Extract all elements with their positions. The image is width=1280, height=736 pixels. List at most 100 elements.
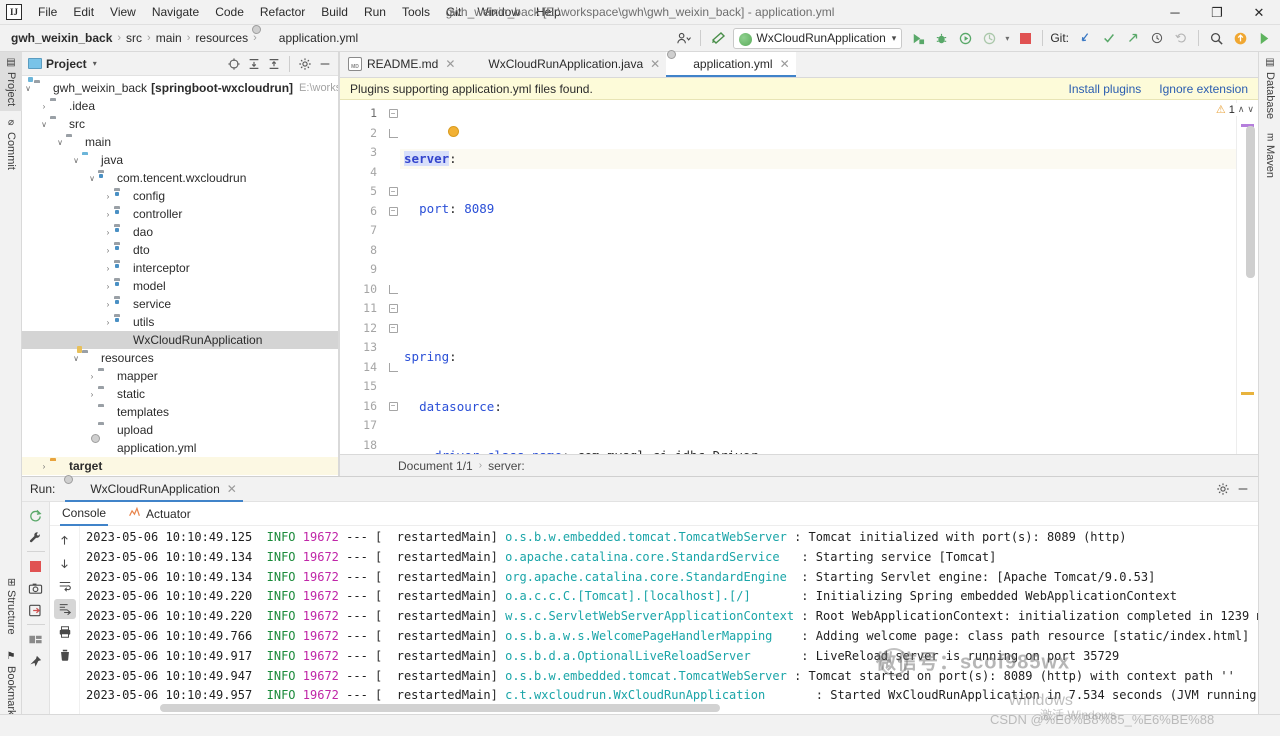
code-line-4[interactable] (400, 298, 1236, 318)
sidebar-item-commit[interactable]: ⌀ Commit (0, 112, 22, 175)
tree-row-idea[interactable]: › .idea (22, 97, 339, 115)
console-output[interactable]: 2023-05-06 10:10:49.125 INFO 19672 --- [… (80, 526, 1258, 714)
tree-row-utils[interactable]: › utils (22, 313, 339, 331)
tree-row-src[interactable]: ∨ src (22, 115, 339, 133)
breadcrumb-project[interactable]: gwh_weixin_back (8, 29, 115, 47)
tab-application-yml[interactable]: application.yml ✕ (666, 52, 796, 77)
menu-item-run[interactable]: Run (356, 2, 394, 22)
minimize-button[interactable]: ─ (1154, 0, 1196, 25)
tab-console[interactable]: Console (60, 502, 109, 526)
code-line-7[interactable]: driver-class-name: com.mysql.cj.jdbc.Dri… (400, 446, 1236, 454)
breadcrumb-main[interactable]: main (153, 29, 185, 47)
close-icon[interactable]: ✕ (227, 482, 237, 496)
install-plugins-link[interactable]: Install plugins (1069, 82, 1142, 96)
code-folding-gutter[interactable]: − − − − − − (386, 100, 400, 454)
git-push-icon[interactable] (1122, 27, 1144, 49)
menu-item-edit[interactable]: Edit (65, 2, 102, 22)
user-account-icon[interactable] (672, 27, 694, 49)
chevron-down-icon[interactable]: ∨ (38, 120, 50, 129)
gear-icon[interactable] (1213, 479, 1233, 499)
debug-button[interactable] (930, 27, 952, 49)
tree-row-service[interactable]: › service (22, 295, 339, 313)
chevron-down-icon[interactable]: ∨ (54, 138, 66, 147)
tree-row-application-yml[interactable]: application.yml (22, 439, 339, 457)
code-line-5[interactable]: spring: (400, 347, 1236, 367)
sidebar-item-structure[interactable]: ⊞ Structure (0, 573, 22, 640)
scroll-to-end-icon[interactable] (53, 599, 76, 619)
gear-icon[interactable] (295, 54, 315, 74)
git-history-icon[interactable] (1146, 27, 1168, 49)
fold-toggle[interactable]: − (386, 202, 400, 222)
camera-icon[interactable] (25, 578, 47, 598)
breadcrumb-resources[interactable]: resources (192, 29, 251, 47)
chevron-right-icon[interactable]: › (102, 192, 114, 201)
menu-item-tools[interactable]: Tools (394, 2, 438, 22)
tree-row-templates[interactable]: templates (22, 403, 339, 421)
tree-row-interceptor[interactable]: › interceptor (22, 259, 339, 277)
wrench-icon[interactable] (25, 527, 47, 547)
ide-notification-icon[interactable] (1253, 27, 1275, 49)
minimize-icon[interactable] (1233, 479, 1253, 499)
tree-row-target[interactable]: › target (22, 457, 339, 475)
menu-item-code[interactable]: Code (207, 2, 252, 22)
fold-toggle[interactable]: − (386, 319, 400, 339)
fold-toggle[interactable]: − (386, 182, 400, 202)
close-icon[interactable]: ✕ (445, 58, 455, 70)
rerun-icon[interactable] (25, 505, 47, 525)
tree-row-dto[interactable]: › dto (22, 241, 339, 259)
soft-wrap-icon[interactable] (54, 576, 76, 596)
breadcrumb-src[interactable]: src (123, 29, 145, 47)
stop-icon[interactable] (25, 556, 47, 576)
scroll-down-icon[interactable] (54, 553, 76, 573)
chevron-right-icon[interactable]: › (102, 282, 114, 291)
close-icon[interactable]: ✕ (780, 58, 790, 70)
tree-row-wxcloudrunapplication[interactable]: WxCloudRunApplication (22, 331, 339, 349)
fold-toggle[interactable]: − (386, 299, 400, 319)
chevron-right-icon[interactable]: › (102, 300, 114, 309)
tree-row-java[interactable]: ∨ java (22, 151, 339, 169)
run-button[interactable] (906, 27, 928, 49)
fold-toggle[interactable]: − (386, 397, 400, 417)
git-rollback-icon[interactable] (1170, 27, 1192, 49)
chevron-right-icon[interactable]: › (102, 228, 114, 237)
chevron-right-icon[interactable]: › (102, 318, 114, 327)
chevron-right-icon[interactable]: › (102, 210, 114, 219)
export-icon[interactable] (25, 600, 47, 620)
menu-item-window[interactable]: Window (469, 2, 528, 22)
scrollbar-thumb[interactable] (160, 704, 720, 712)
build-hammer-icon[interactable] (707, 27, 729, 49)
profile-dropdown-icon[interactable]: ▾ (1002, 27, 1012, 49)
git-update-project-icon[interactable] (1074, 27, 1096, 49)
code-editor[interactable]: 1 2 3 4 5 6 7 8 9 10 11 12 13 14 15 16 1… (340, 100, 1258, 454)
marker-stripe-warning[interactable] (1241, 392, 1254, 395)
chevron-right-icon[interactable]: › (86, 390, 98, 399)
menu-item-view[interactable]: View (102, 2, 144, 22)
scroll-up-icon[interactable] (54, 530, 76, 550)
chevron-right-icon[interactable]: › (102, 246, 114, 255)
tree-row-upload[interactable]: upload (22, 421, 339, 439)
next-problem-icon[interactable]: ∨ (1247, 104, 1254, 115)
tab-actuator[interactable]: Actuator (126, 502, 193, 526)
menu-item-build[interactable]: Build (313, 2, 356, 22)
run-with-coverage-button[interactable] (954, 27, 976, 49)
tab-wxcloudrunapplication-java[interactable]: WxCloudRunApplication.java ✕ (461, 52, 667, 77)
sidebar-item-project[interactable]: ▤ Project (0, 52, 22, 112)
chevron-down-icon[interactable]: ∨ (70, 354, 82, 363)
fold-toggle[interactable]: − (386, 104, 400, 124)
trash-icon[interactable] (54, 645, 76, 665)
select-opened-file-icon[interactable] (224, 54, 244, 74)
stop-button[interactable] (1014, 27, 1036, 49)
print-icon[interactable] (54, 622, 76, 642)
project-tree[interactable]: ∨ gwh_weixin_back [springboot-wxcloudrun… (22, 76, 339, 476)
chevron-right-icon[interactable]: › (38, 462, 50, 471)
ide-update-icon[interactable] (1229, 27, 1251, 49)
maximize-button[interactable]: ❐ (1196, 0, 1238, 25)
run-configuration-selector[interactable]: WxCloudRunApplication ▾ (733, 27, 903, 49)
tree-row-dao[interactable]: › dao (22, 223, 339, 241)
tree-row-module[interactable]: ∨ gwh_weixin_back [springboot-wxcloudrun… (22, 79, 339, 97)
chevron-down-icon[interactable]: ▾ (892, 33, 897, 44)
prev-problem-icon[interactable]: ∧ (1238, 104, 1245, 115)
close-icon[interactable]: ✕ (650, 58, 660, 70)
git-commit-icon[interactable] (1098, 27, 1120, 49)
tree-row-main[interactable]: ∨ main (22, 133, 339, 151)
